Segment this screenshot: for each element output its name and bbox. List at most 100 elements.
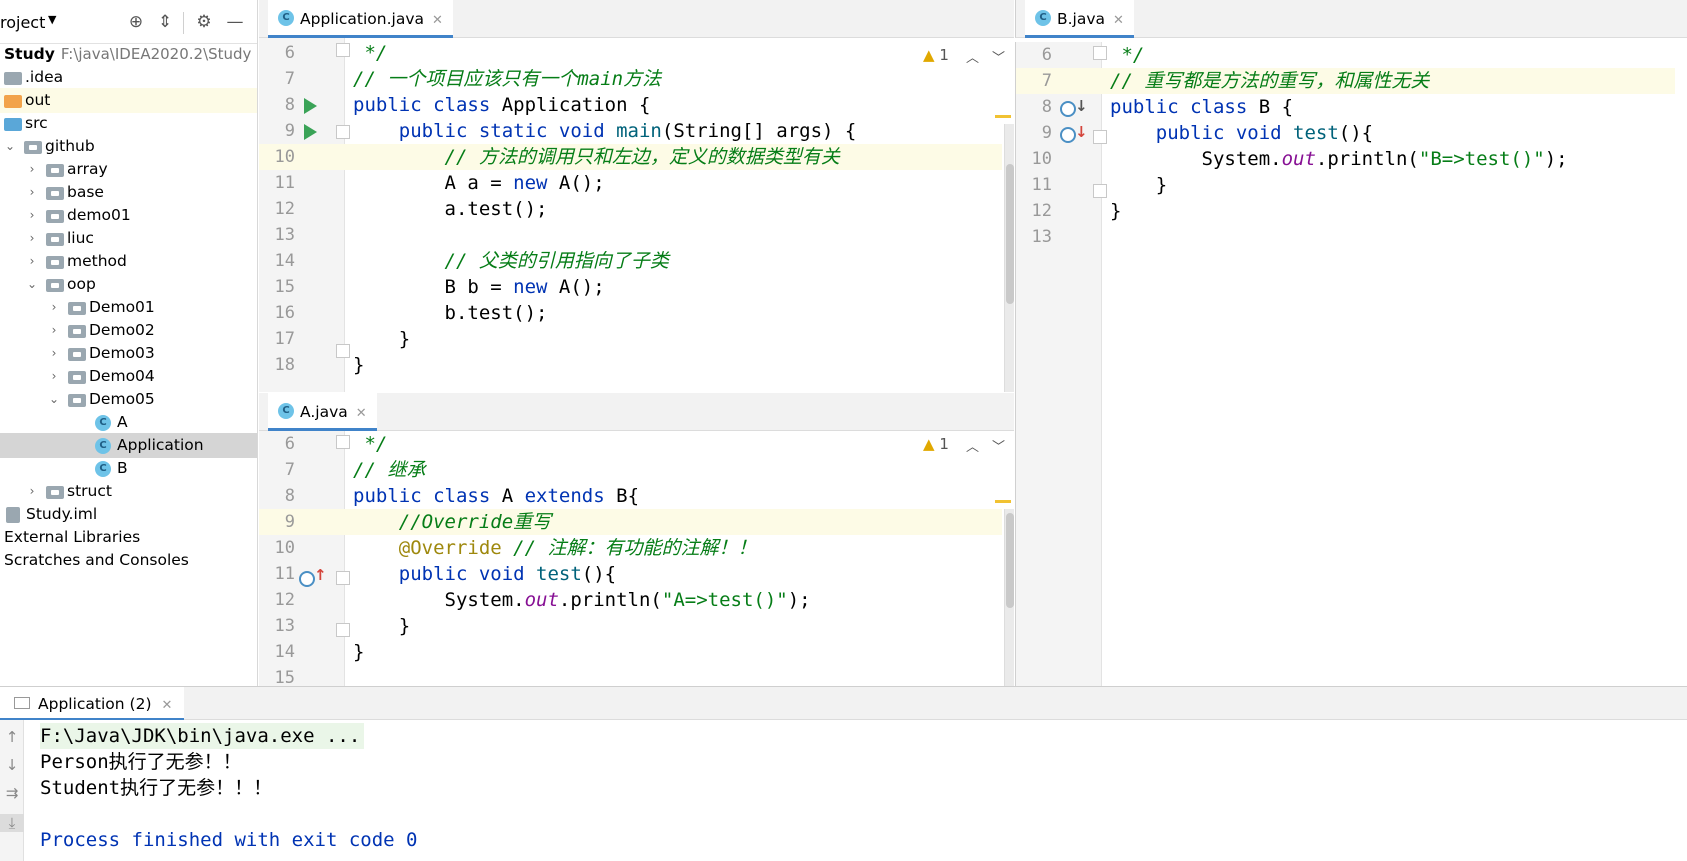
tree-item-study-iml[interactable]: Study.iml — [0, 502, 257, 527]
chevron-right-icon[interactable]: › — [25, 180, 39, 205]
scrollbar-track[interactable] — [1004, 509, 1014, 686]
code-line[interactable]: 7 // 继承 — [259, 457, 1002, 483]
code-line[interactable]: 12 System.out.println("A=>test()"); — [259, 587, 1002, 613]
tree-item-oop[interactable]: ⌄ oop — [0, 272, 257, 297]
scroll-to-end-icon[interactable]: ⤓ — [0, 814, 24, 832]
code-line[interactable]: 8 public class Application { — [259, 92, 1002, 118]
fold-icon[interactable] — [1093, 46, 1107, 60]
tree-item-github[interactable]: ⌄ github — [0, 134, 257, 159]
fold-icon[interactable] — [336, 43, 350, 57]
run-icon[interactable] — [304, 124, 317, 140]
editor-application[interactable]: 6 */ 7 // 一个项目应该只有一个main方法 8 public class Ap… — [259, 38, 1014, 392]
collapse-icon[interactable]: ⇕ — [154, 11, 176, 33]
code-line[interactable]: 13 } — [259, 613, 1002, 639]
tab-a-java[interactable]: C A.java ✕ — [268, 393, 377, 431]
chevron-right-icon[interactable]: › — [47, 364, 61, 389]
tree-item-scratches[interactable]: Scratches and Consoles — [0, 548, 257, 573]
code-line[interactable]: 8 public class B { — [1016, 94, 1675, 120]
tree-item-class-application[interactable]: C Application — [0, 433, 257, 458]
chevron-right-icon[interactable]: › — [25, 249, 39, 274]
code-line[interactable]: 13 — [259, 222, 1002, 248]
code-line[interactable]: 6 */ — [259, 431, 1002, 457]
code-line[interactable]: 11 public void test(){ — [259, 561, 1002, 587]
code-line[interactable]: 9 public static void main(String[] args)… — [259, 118, 1002, 144]
code-line[interactable]: 7 // 一个项目应该只有一个main方法 — [259, 66, 1002, 92]
chevron-right-icon[interactable]: › — [47, 318, 61, 343]
code-line[interactable]: 15 — [259, 665, 1002, 686]
tab-run-application[interactable]: Application (2) ✕ — [0, 687, 185, 721]
close-icon[interactable]: ✕ — [162, 698, 173, 713]
console-output[interactable]: F:\Java\JDK\bin\java.exe ... Person执行了无参… — [24, 720, 1687, 861]
chevron-right-icon[interactable]: › — [47, 295, 61, 320]
tree-item-external-libraries[interactable]: External Libraries — [0, 525, 257, 550]
tree-item-src[interactable]: src — [0, 111, 257, 136]
close-icon[interactable]: ✕ — [432, 13, 443, 28]
tree-item-class-a[interactable]: C A — [0, 410, 257, 435]
chevron-right-icon[interactable]: › — [25, 226, 39, 251]
tab-application-java[interactable]: C Application.java ✕ — [268, 0, 453, 38]
chevron-down-icon[interactable]: ⌄ — [3, 134, 17, 159]
tab-b-java[interactable]: C B.java ✕ — [1025, 0, 1134, 38]
tree-item-idea[interactable]: .idea — [0, 65, 257, 90]
fold-icon[interactable] — [1093, 184, 1107, 198]
code-line[interactable]: 8 public class A extends B{ — [259, 483, 1002, 509]
chevron-down-icon[interactable]: ﹀ — [992, 436, 1005, 455]
scrollbar-thumb[interactable] — [1006, 513, 1014, 608]
implemented-icon[interactable] — [1060, 101, 1076, 117]
code-line[interactable]: 9 public void test(){ — [1016, 120, 1675, 146]
close-icon[interactable]: ✕ — [356, 406, 367, 421]
warning-indicator[interactable]: ▲ 1 — [923, 46, 949, 64]
warning-stripe[interactable] — [995, 500, 1011, 503]
chevron-right-icon[interactable]: › — [47, 341, 61, 366]
tree-item-base[interactable]: › base — [0, 180, 257, 205]
tree-item-array[interactable]: › array — [0, 157, 257, 182]
code-line[interactable]: 17 } — [259, 326, 1002, 352]
override-icon[interactable] — [299, 571, 315, 587]
close-icon[interactable]: ✕ — [1113, 13, 1124, 28]
chevron-down-icon[interactable]: ﹀ — [992, 47, 1005, 66]
tree-item-root[interactable]: Study F:\java\IDEA2020.2\Study — [0, 42, 257, 67]
soft-wrap-icon[interactable]: ⇉ — [0, 784, 24, 802]
fold-icon[interactable] — [336, 571, 350, 585]
code-line[interactable]: 10 @Override // 注解：有功能的注解！！ — [259, 535, 1002, 561]
code-line[interactable]: 11 } — [1016, 172, 1675, 198]
arrow-up-icon[interactable]: ↑ — [0, 728, 24, 746]
chevron-right-icon[interactable]: › — [25, 203, 39, 228]
chevron-up-icon[interactable]: ︿ — [966, 47, 979, 66]
chevron-down-icon[interactable]: ▼ — [48, 13, 56, 26]
code-line[interactable]: 11 A a = new A(); — [259, 170, 1002, 196]
fold-icon[interactable] — [336, 344, 350, 358]
overridden-icon[interactable] — [1060, 127, 1076, 143]
code-line[interactable]: 13 — [1016, 224, 1675, 250]
code-line[interactable]: 9 //Override重写 — [259, 509, 1002, 535]
tree-item-out[interactable]: out — [0, 88, 257, 113]
fold-icon[interactable] — [336, 623, 350, 637]
tree-item-demo02[interactable]: › Demo02 — [0, 318, 257, 343]
tree-item-demo04[interactable]: › Demo04 — [0, 364, 257, 389]
code-line[interactable]: 10 // 方法的调用只和左边，定义的数据类型有关 — [259, 144, 1002, 170]
tree-item-demo03[interactable]: › Demo03 — [0, 341, 257, 366]
code-line[interactable]: 18} — [259, 352, 1002, 378]
chevron-down-icon[interactable]: ⌄ — [47, 387, 61, 412]
tree-item-class-b[interactable]: C B — [0, 456, 257, 481]
chevron-right-icon[interactable]: › — [25, 479, 39, 504]
tree-item-struct[interactable]: › struct — [0, 479, 257, 504]
crosshair-icon[interactable]: ⊕ — [125, 11, 147, 33]
code-line[interactable]: 7 // 重写都是方法的重写，和属性无关 — [1016, 68, 1675, 94]
code-line[interactable]: 14 // 父类的引用指向了子类 — [259, 248, 1002, 274]
chevron-up-icon[interactable]: ︿ — [966, 436, 979, 455]
scrollbar-track[interactable] — [1004, 124, 1014, 392]
editor-b[interactable]: 6 */ 7 // 重写都是方法的重写，和属性无关 8 public class B {… — [1015, 42, 1687, 686]
chevron-right-icon[interactable]: › — [25, 157, 39, 182]
fold-icon[interactable] — [336, 435, 350, 449]
chevron-down-icon[interactable]: ⌄ — [25, 272, 39, 297]
tree-item-method[interactable]: › method — [0, 249, 257, 274]
code-line[interactable]: 12 a.test(); — [259, 196, 1002, 222]
fold-icon[interactable] — [1093, 130, 1107, 144]
tree-item-demo01-oop[interactable]: › Demo01 — [0, 295, 257, 320]
project-view-title[interactable]: roject — [0, 13, 45, 32]
tree-item-demo01[interactable]: › demo01 — [0, 203, 257, 228]
tree-item-demo05[interactable]: ⌄ Demo05 — [0, 387, 257, 412]
scrollbar-thumb[interactable] — [1006, 164, 1014, 304]
editor-a[interactable]: 6 */7// 继承 8 public class A extends B{9 //… — [259, 431, 1014, 686]
